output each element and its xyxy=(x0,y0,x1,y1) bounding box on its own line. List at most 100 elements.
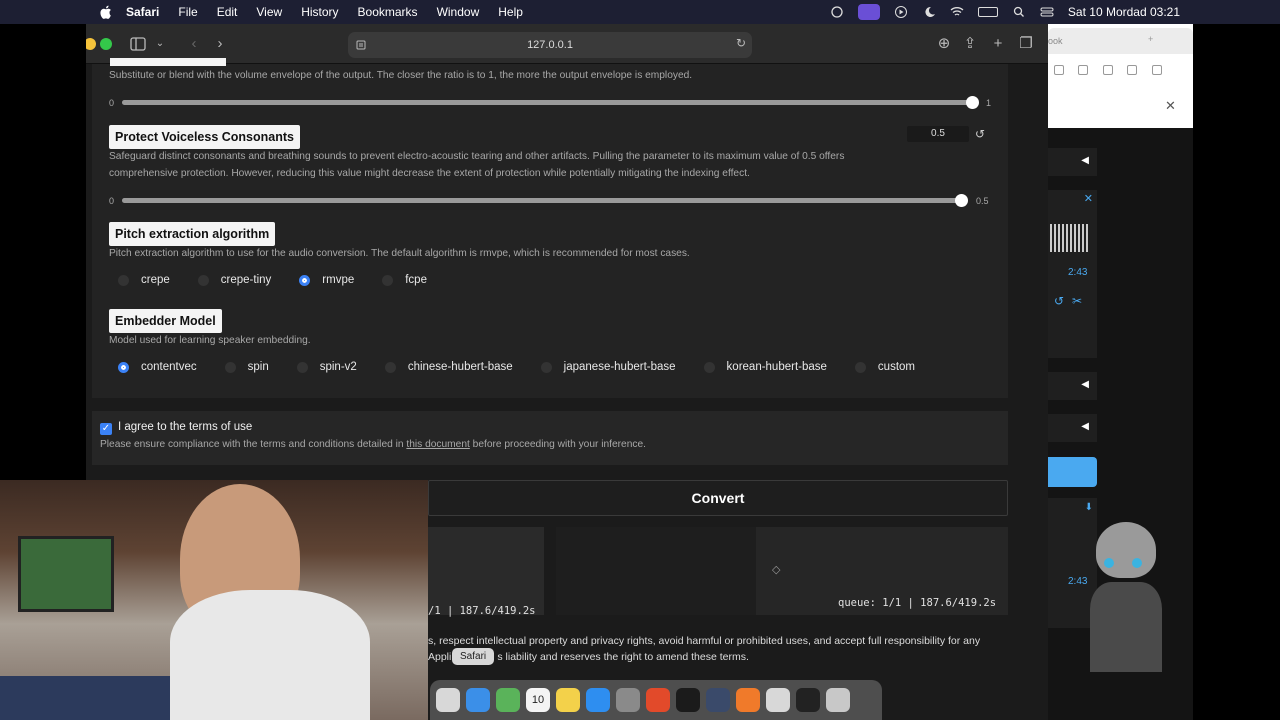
terms-document-link[interactable]: this document xyxy=(406,439,469,450)
spotlight-search-icon[interactable] xyxy=(1012,6,1026,18)
menu-edit[interactable]: Edit xyxy=(217,5,238,19)
terms-checkbox-label[interactable]: I agree to the terms of use xyxy=(118,421,252,433)
collapse-arrow-icon[interactable]: ◀ xyxy=(1081,379,1089,390)
wifi-icon[interactable] xyxy=(950,6,964,18)
radio-dot[interactable] xyxy=(540,361,552,373)
url-text[interactable]: 127.0.0.1 xyxy=(527,39,573,51)
obs-icon[interactable] xyxy=(706,688,730,712)
pitch-option-crepe-tiny[interactable]: crepe-tiny xyxy=(197,274,272,286)
embedder-option-custom[interactable]: custom xyxy=(854,361,915,373)
sync-icon[interactable] xyxy=(830,6,844,18)
collapse-row-1[interactable]: ◀ xyxy=(1048,148,1097,176)
pitch-option-crepe[interactable]: crepe xyxy=(118,274,170,286)
embedder-option-korean-hubert-base[interactable]: korean-hubert-base xyxy=(703,361,827,373)
chevron-down-icon[interactable]: ⌄ xyxy=(150,34,170,54)
close-icon[interactable]: ✕ xyxy=(1084,192,1093,205)
webcam-overlay xyxy=(0,480,428,720)
radio-dot[interactable] xyxy=(703,361,715,373)
tab-overview-icon[interactable]: ❐ xyxy=(1016,34,1036,54)
radio-dot[interactable] xyxy=(197,274,209,286)
pitch-option-label: crepe-tiny xyxy=(220,274,272,286)
volume-envelope-thumb[interactable] xyxy=(966,96,979,109)
radio-dot[interactable] xyxy=(854,361,866,373)
collapse-arrow-icon[interactable]: ◀ xyxy=(1081,421,1089,432)
launchpad-icon[interactable] xyxy=(436,688,460,712)
reload-icon[interactable]: ↻ xyxy=(736,36,746,50)
radio-dot[interactable] xyxy=(118,274,129,286)
minimize-button[interactable] xyxy=(86,38,96,50)
collapse-arrow-icon[interactable]: ◀ xyxy=(1081,155,1089,166)
system-settings-icon[interactable] xyxy=(616,688,640,712)
page-menu-icon[interactable] xyxy=(356,40,366,50)
menu-history[interactable]: History xyxy=(301,5,338,19)
protect-thumb[interactable] xyxy=(955,194,968,207)
screen-icon[interactable] xyxy=(796,688,820,712)
menu-bookmarks[interactable]: Bookmarks xyxy=(358,5,418,19)
zoom-button[interactable] xyxy=(100,38,112,50)
back-icon[interactable]: ‹ xyxy=(184,34,204,54)
apple-icon[interactable] xyxy=(100,5,112,19)
new-tab-icon[interactable]: + xyxy=(1148,34,1153,44)
new-tab-icon[interactable]: + xyxy=(988,34,1008,54)
battery-icon[interactable] xyxy=(977,7,998,17)
menu-help[interactable]: Help xyxy=(498,5,523,19)
share-icon[interactable]: ⇪ xyxy=(960,34,980,54)
collapse-row-2[interactable]: ◀ xyxy=(1048,372,1097,400)
radio-dot[interactable] xyxy=(224,361,236,373)
maps-icon[interactable] xyxy=(496,688,520,712)
output-file-dropzone[interactable] xyxy=(556,527,756,615)
radio-dot-selected[interactable] xyxy=(299,274,311,286)
protect-min: 0 xyxy=(109,196,115,206)
address-bar[interactable]: 127.0.0.1 ↻ xyxy=(348,32,752,58)
embedder-option-contentvec[interactable]: contentvec xyxy=(118,361,197,373)
menu-file[interactable]: File xyxy=(178,5,197,19)
close-icon[interactable]: ✕ xyxy=(1165,98,1176,114)
menu-datetime[interactable]: Sat 10 Mordad 03:21 xyxy=(1068,5,1180,19)
scissors-icon[interactable]: ✂ xyxy=(1072,294,1082,308)
protect-value-input[interactable]: 0.5 xyxy=(907,126,969,142)
brave-browser-icon[interactable] xyxy=(646,688,670,712)
embedder-option-chinese-hubert-base[interactable]: chinese-hubert-base xyxy=(384,361,513,373)
convert-button[interactable]: Convert xyxy=(428,480,1008,516)
sparkle-icon[interactable] xyxy=(1127,65,1138,75)
trash-icon[interactable] xyxy=(826,688,850,712)
cube-icon[interactable] xyxy=(1102,65,1113,75)
layout-icon[interactable] xyxy=(1078,65,1089,75)
terminal-icon[interactable] xyxy=(676,688,700,712)
radio-dot[interactable] xyxy=(382,274,394,286)
play-icon[interactable] xyxy=(894,6,908,18)
notes-icon[interactable] xyxy=(556,688,580,712)
radio-dot-selected[interactable] xyxy=(118,361,129,373)
radio-dot[interactable] xyxy=(384,361,396,373)
menu-window[interactable]: Window xyxy=(437,5,480,19)
terms-checkbox[interactable]: ✓ xyxy=(100,423,112,435)
moon-icon[interactable] xyxy=(922,6,936,18)
fl-studio-icon[interactable] xyxy=(736,688,760,712)
embedder-option-japanese-hubert-base[interactable]: japanese-hubert-base xyxy=(540,361,676,373)
embedder-option-spin-v2[interactable]: spin-v2 xyxy=(296,361,357,373)
radio-dot[interactable] xyxy=(296,361,308,373)
calendar-icon[interactable]: 10 xyxy=(526,688,550,712)
control-center-icon[interactable] xyxy=(1040,6,1054,18)
music-folder-icon[interactable] xyxy=(766,688,790,712)
menu-app-name[interactable]: Safari xyxy=(126,5,159,19)
reset-icon[interactable]: ↺ xyxy=(975,127,985,141)
downloads-icon[interactable]: ⊕ xyxy=(934,34,954,54)
pitch-option-fcpe[interactable]: fcpe xyxy=(382,274,427,286)
background-blue-button[interactable] xyxy=(1048,457,1097,487)
anime-body xyxy=(1090,582,1162,672)
screen-record-icon[interactable] xyxy=(857,4,880,20)
music-note-icon[interactable] xyxy=(1054,65,1064,75)
collapse-row-3[interactable]: ◀ xyxy=(1048,414,1097,442)
undo-icon[interactable]: ↺ xyxy=(1054,294,1064,308)
forward-icon[interactable]: › xyxy=(210,34,230,54)
pitch-option-rmvpe[interactable]: rmvpe xyxy=(299,274,354,286)
embedder-option-spin[interactable]: spin xyxy=(224,361,269,373)
terms-text-after: before proceeding with your inference. xyxy=(472,439,646,450)
app-store-icon[interactable] xyxy=(586,688,610,712)
shield-icon[interactable] xyxy=(1151,65,1162,75)
safari-icon[interactable] xyxy=(466,688,490,712)
background-window-tab[interactable]: ook + xyxy=(1048,28,1193,54)
menu-view[interactable]: View xyxy=(256,5,282,19)
sidebar-icon[interactable] xyxy=(130,37,146,51)
